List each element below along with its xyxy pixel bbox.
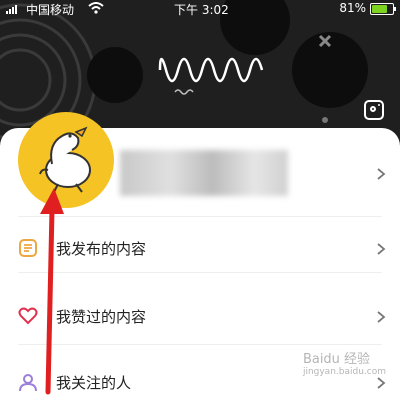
instagram-icon[interactable] (364, 100, 384, 120)
profile-name-blurred (120, 150, 288, 196)
menu-item-published[interactable]: 我发布的内容 (0, 222, 400, 274)
clock: 下午 3:02 (174, 3, 229, 17)
duck-avatar (39, 126, 91, 193)
carrier-label: 中国移动 (26, 3, 75, 17)
watermark-sub: jingyan.baidu.com (302, 367, 386, 377)
document-icon (19, 239, 37, 257)
watermark-text: Baidu 经验 (302, 352, 371, 367)
chevron-right-icon (377, 243, 386, 255)
menu-item-liked[interactable]: 我赞过的内容 (0, 290, 400, 342)
divider (18, 216, 382, 217)
person-icon (19, 374, 37, 392)
menu-item-label: 我发布的内容 (56, 240, 147, 258)
divider (18, 344, 382, 345)
signal-icon (6, 4, 20, 14)
battery-percent: 81% (339, 1, 366, 15)
wifi-icon (88, 2, 104, 14)
status-bar: 中国移动 下午 3:02 81% (0, 0, 400, 18)
profile-chevron-icon[interactable] (376, 168, 386, 180)
baidu-watermark: Baidu 经验 jingyan.baidu.com (303, 348, 386, 377)
chevron-right-icon (377, 311, 386, 323)
battery-icon (370, 3, 396, 15)
avatar[interactable] (18, 112, 114, 208)
menu-item-label: 我赞过的内容 (56, 308, 147, 326)
menu-item-label: 我关注的人 (56, 374, 132, 392)
heart-icon (18, 307, 38, 325)
chevron-right-icon (377, 377, 386, 389)
